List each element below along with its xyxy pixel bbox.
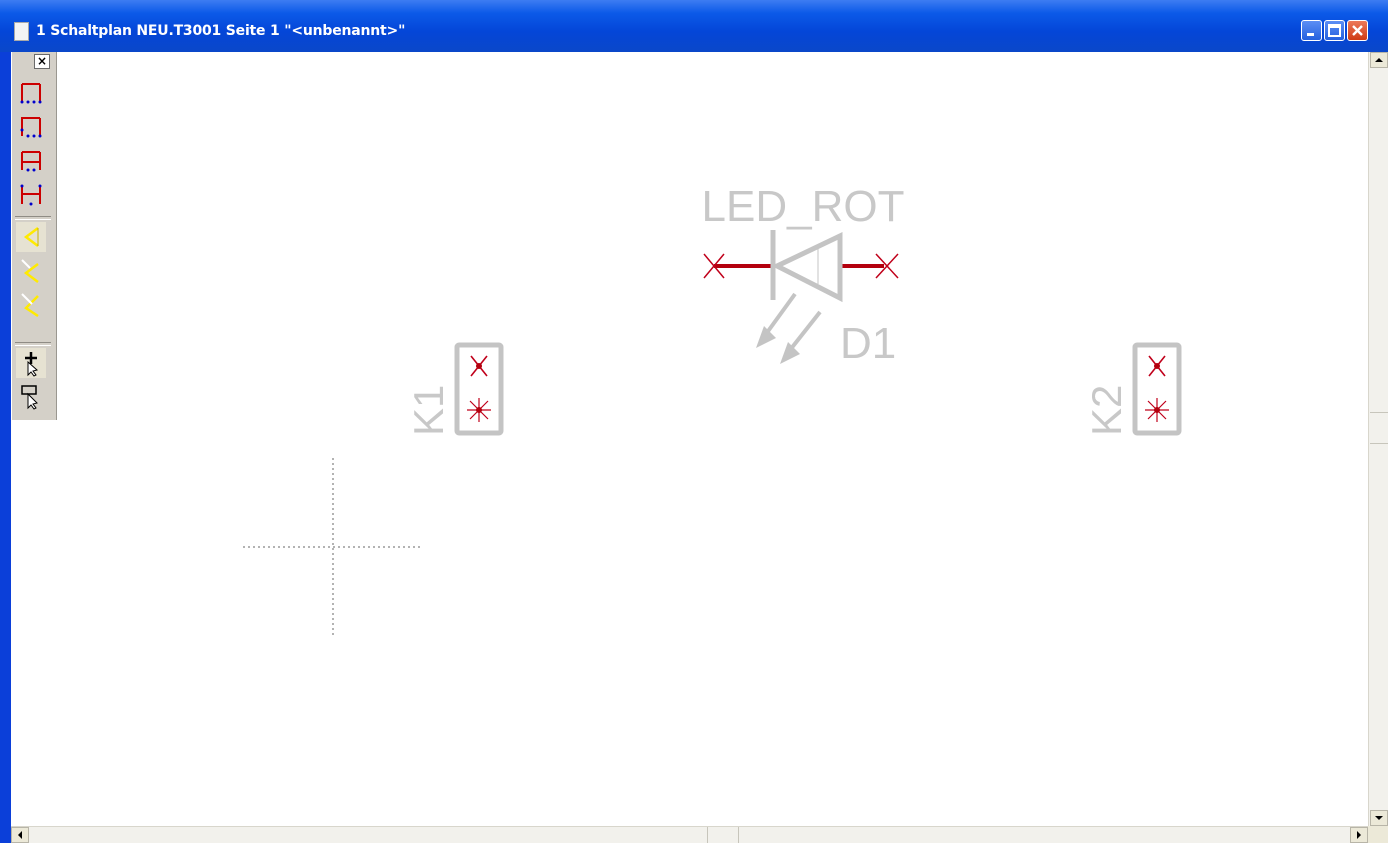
tool-palette: × [12,52,57,420]
arrow-down-icon [1375,816,1383,820]
vertical-scrollbar[interactable] [1368,52,1388,826]
select-add-icon [25,352,39,377]
toolbar-close-button[interactable]: × [34,54,50,69]
led-triangle [771,232,843,303]
led-value-label: LED_ROT [702,182,905,231]
wire-tool-3-icon [21,151,41,172]
k2-pin1-dot [1154,363,1160,369]
horizontal-scrollbar[interactable] [11,826,1368,843]
k1-pin2-dot [476,407,482,413]
wire-tool-2-icon [20,117,42,138]
pin-tool-3-button[interactable] [16,290,46,320]
wire-tool-4-icon [20,184,42,206]
connector-k1-symbol[interactable]: K1 [405,342,504,436]
scrollbar-corner [1368,826,1388,843]
scroll-down-button[interactable] [1370,810,1388,826]
led-light-arrow-2 [788,310,822,352]
scroll-left-button[interactable] [11,827,29,843]
led-light-arrow-1 [764,292,797,336]
scroll-up-button[interactable] [1370,52,1388,68]
led-d1-symbol[interactable]: LED_ROT D1 [702,182,905,368]
pin-tool-1-icon [23,227,39,247]
toolbar-separator-1 [15,216,51,220]
schematic-canvas[interactable]: LED_ROT D1 K1 K2 [0,0,1388,843]
k2-ref-label: K2 [1083,385,1130,436]
schematic-window: 1 Schaltplan NEU.T3001 Seite 1 "<unbenan… [0,0,1388,843]
select-part-icon [21,385,38,410]
arrow-up-icon [1375,58,1383,62]
led-arrowhead-1 [756,326,776,348]
horizontal-scroll-thumb[interactable] [707,827,739,843]
k1-ref-label: K1 [405,385,452,436]
connector-k2-symbol[interactable]: K2 [1083,342,1182,436]
wire-tool-1-button[interactable] [16,78,46,108]
toolbar-separator-2 [15,342,51,346]
led-arrowhead-2 [780,342,800,364]
crosshair-cursor [243,458,423,638]
pin-tool-2-icon [21,259,39,283]
pin-tool-2-button[interactable] [16,256,46,286]
vertical-scroll-thumb[interactable] [1370,412,1388,444]
arrow-left-icon [18,831,22,839]
wire-tool-4-button[interactable] [16,180,46,210]
select-part-button[interactable] [16,382,46,412]
pin-tool-3-icon [21,293,39,318]
select-add-button[interactable] [16,348,46,378]
wire-tool-3-button[interactable] [16,146,46,176]
scroll-right-button[interactable] [1350,827,1368,843]
k2-pin2-dot [1154,407,1160,413]
led-ref-label: D1 [840,319,896,368]
pin-tool-1-button[interactable] [16,222,46,252]
wire-tool-2-button[interactable] [16,112,46,142]
arrow-right-icon [1357,831,1361,839]
k1-pin1-dot [476,363,482,369]
wire-tool-1-icon [20,83,42,104]
